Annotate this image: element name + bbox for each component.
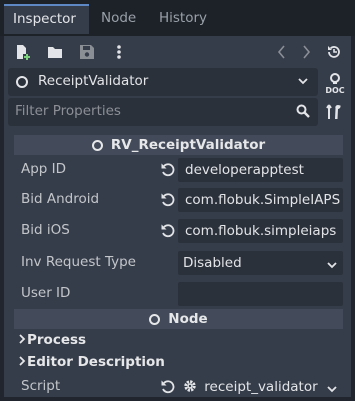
property-label: Bid iOS bbox=[21, 222, 70, 238]
property-row-bid-android: Bid Android com.flobuk.SimpleIAPS bbox=[14, 185, 343, 215]
group-process[interactable]: Process bbox=[14, 330, 343, 352]
property-label: App ID bbox=[21, 161, 67, 177]
dock-tab-bar: Inspector Node History bbox=[0, 0, 355, 36]
filter-placeholder: Filter Properties bbox=[15, 103, 121, 119]
node-selector-value: ReceiptValidator bbox=[38, 73, 149, 89]
property-row-user-id: User ID bbox=[14, 279, 343, 309]
more-vert-icon[interactable] bbox=[109, 42, 129, 62]
chevron-down-icon bbox=[296, 74, 310, 92]
revert-icon[interactable] bbox=[160, 379, 176, 395]
section-header-node: Node bbox=[14, 309, 343, 329]
property-label: Bid Android bbox=[21, 191, 100, 207]
script-resource-picker[interactable]: receipt_validator bbox=[178, 375, 343, 399]
revert-icon[interactable] bbox=[160, 162, 176, 178]
group-label: Process bbox=[27, 332, 87, 348]
property-row-bid-ios: Bid iOS com.flobuk.simpleiaps bbox=[14, 216, 343, 246]
property-row-inv-request-type: Inv Request Type Disabled bbox=[14, 248, 343, 278]
chevron-down-icon bbox=[325, 256, 339, 275]
user-id-field[interactable] bbox=[178, 282, 343, 306]
section-title: RV_ReceiptValidator bbox=[110, 137, 266, 153]
history-forward-icon[interactable] bbox=[296, 42, 316, 62]
group-label: Editor Description bbox=[27, 354, 165, 370]
tools-icon[interactable] bbox=[325, 104, 343, 124]
node-icon bbox=[16, 76, 28, 88]
revert-icon[interactable] bbox=[160, 223, 176, 239]
search-icon bbox=[296, 104, 310, 122]
property-label: Inv Request Type bbox=[21, 254, 136, 270]
tab-node[interactable]: Node bbox=[92, 4, 145, 34]
app-id-field[interactable]: developerapptest bbox=[178, 158, 343, 182]
chevron-right-icon bbox=[18, 333, 26, 348]
section-title: Node bbox=[168, 311, 208, 327]
chevron-down-icon bbox=[325, 380, 339, 399]
history-back-icon[interactable] bbox=[272, 42, 292, 62]
tab-history[interactable]: History bbox=[150, 4, 216, 34]
bid-ios-field[interactable]: com.flobuk.simpleiaps bbox=[178, 219, 343, 243]
property-label: Script bbox=[21, 378, 61, 394]
section-header-script-class: RV_ReceiptValidator bbox=[14, 135, 343, 155]
object-history-icon[interactable] bbox=[324, 42, 344, 62]
chevron-right-icon bbox=[18, 355, 26, 370]
gear-icon bbox=[183, 377, 197, 399]
tab-inspector[interactable]: Inspector bbox=[4, 4, 89, 34]
node-icon bbox=[91, 139, 103, 151]
node-icon bbox=[149, 313, 161, 325]
new-resource-icon[interactable] bbox=[12, 42, 32, 62]
bid-android-field[interactable]: com.flobuk.SimpleIAPS bbox=[178, 188, 343, 212]
open-docs-button[interactable]: DOC bbox=[323, 72, 347, 96]
revert-icon[interactable] bbox=[160, 192, 176, 208]
dropdown-value: Disabled bbox=[183, 255, 242, 271]
property-label: User ID bbox=[21, 285, 71, 301]
property-row-script: Script receipt_validator bbox=[14, 373, 343, 401]
group-editor-description[interactable]: Editor Description bbox=[14, 352, 343, 374]
node-selector[interactable]: ReceiptValidator bbox=[8, 68, 318, 96]
script-name: receipt_validator bbox=[204, 379, 318, 395]
filter-properties-field[interactable]: Filter Properties bbox=[8, 98, 318, 126]
inv-request-type-dropdown[interactable]: Disabled bbox=[178, 251, 343, 275]
save-icon[interactable] bbox=[77, 42, 97, 62]
open-folder-icon[interactable] bbox=[45, 42, 65, 62]
doc-label: DOC bbox=[325, 86, 344, 95]
property-row-app-id: App ID developerapptest bbox=[14, 155, 343, 185]
